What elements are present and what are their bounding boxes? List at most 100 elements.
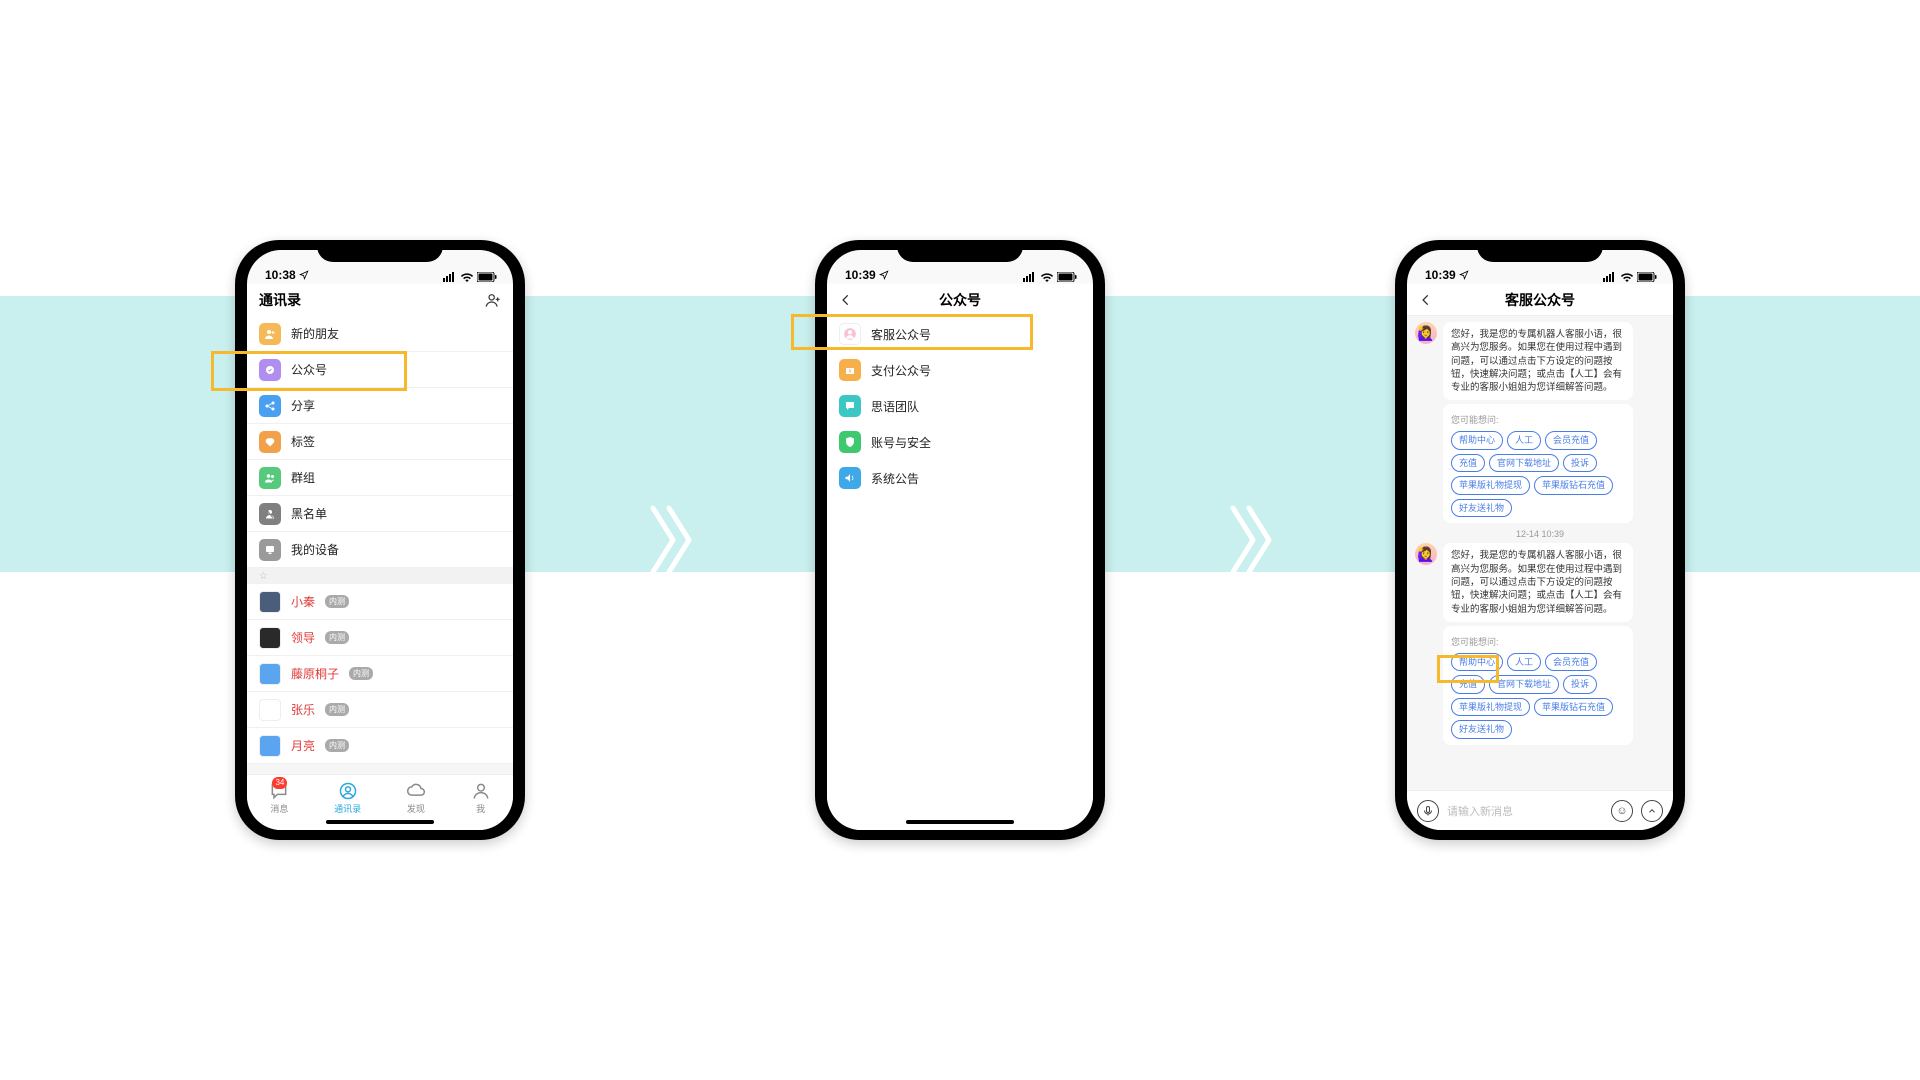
menu-item[interactable]: 公众号 — [247, 352, 513, 388]
suggestion-chip[interactable]: 好友送礼物 — [1451, 499, 1512, 518]
chip-group: 帮助中心人工会员充值充值官网下载地址投诉苹果版礼物提现苹果版钻石充值好友送礼物 — [1451, 431, 1625, 517]
avatar — [259, 699, 281, 721]
menu-icon — [259, 359, 281, 381]
official-account-item[interactable]: ¥ 支付公众号 — [827, 352, 1093, 388]
account-icon: ¥ — [839, 359, 861, 381]
account-name: 客服公众号 — [871, 326, 931, 343]
official-account-item[interactable]: 账号与安全 — [827, 424, 1093, 460]
official-account-item[interactable]: 客服公众号 — [827, 316, 1093, 352]
suggestion-chip[interactable]: 苹果版礼物提现 — [1451, 476, 1530, 495]
location-icon — [1459, 270, 1469, 280]
chat-bubble: 您好，我是您的专属机器人客服小语，很高兴为您服务。如果您在使用过程中遇到问题，可… — [1443, 322, 1633, 400]
nav-bar: 公众号 — [827, 284, 1093, 316]
menu-icon — [259, 467, 281, 489]
suggestion-chip[interactable]: 苹果版钻石充值 — [1534, 698, 1613, 717]
back-button[interactable] — [839, 293, 853, 307]
avatar — [259, 591, 281, 613]
tab-label: 消息 — [270, 802, 288, 815]
tab-badge: 34 — [272, 777, 287, 789]
menu-item[interactable]: 黑名单 — [247, 496, 513, 532]
suggestion-chip[interactable]: 好友送礼物 — [1451, 720, 1512, 739]
menu-item-label: 标签 — [291, 433, 315, 450]
menu-icon — [259, 431, 281, 453]
cloud-icon — [406, 781, 426, 801]
tab-label: 我 — [476, 802, 485, 815]
phone-1-frame: 10:38 通讯录 新的朋友公众号分享标签群组黑名单我的设备 ☆ 小秦内测领导内… — [235, 240, 525, 840]
suggestion-chip[interactable]: 官网下载地址 — [1489, 454, 1559, 473]
contact-item[interactable]: 张乐内测 — [247, 692, 513, 728]
account-name: 账号与安全 — [871, 434, 931, 451]
suggestion-chip[interactable]: 官网下载地址 — [1489, 675, 1559, 694]
menu-item[interactable]: 群组 — [247, 460, 513, 496]
voice-input-button[interactable] — [1417, 800, 1439, 822]
message-input[interactable]: 请输入新消息 — [1447, 803, 1603, 819]
official-account-item[interactable]: 系统公告 — [827, 460, 1093, 496]
contact-item[interactable]: 藤原桐子内测 — [247, 656, 513, 692]
hint-label: 您可能想问: — [1451, 414, 1625, 427]
contact-item[interactable]: 月亮内测 — [247, 728, 513, 764]
signal-icon — [1023, 272, 1037, 282]
menu-item[interactable]: 分享 — [247, 388, 513, 424]
account-icon — [839, 395, 861, 417]
back-button[interactable] — [1419, 293, 1433, 307]
menu-item-label: 新的朋友 — [291, 325, 339, 342]
contact-badge: 内测 — [325, 595, 349, 608]
suggestion-chip[interactable]: 会员充值 — [1545, 653, 1597, 672]
contact-badge: 内测 — [325, 631, 349, 644]
page-title: 客服公众号 — [1407, 290, 1673, 310]
chat-timestamp: 12-14 10:39 — [1415, 529, 1665, 539]
home-indicator — [906, 820, 1014, 824]
menu-item-label: 分享 — [291, 397, 315, 414]
battery-icon — [477, 272, 497, 282]
account-name: 支付公众号 — [871, 362, 931, 379]
avatar — [259, 735, 281, 757]
tab-me[interactable]: 我 — [471, 781, 491, 815]
suggestion-chip[interactable]: 充值 — [1451, 454, 1485, 473]
suggestions-bubble: 您可能想问: 帮助中心人工会员充值充值官网下载地址投诉苹果版礼物提现苹果版钻石充… — [1443, 404, 1633, 523]
contact-item[interactable]: 小秦内测 — [247, 584, 513, 620]
content-list: 新的朋友公众号分享标签群组黑名单我的设备 ☆ 小秦内测领导内测藤原桐子内测张乐内… — [247, 316, 513, 774]
contact-name: 张乐 — [291, 701, 315, 718]
contact-item[interactable]: 领导内测 — [247, 620, 513, 656]
page-title: 公众号 — [827, 290, 1093, 310]
star-section-header: ☆ — [247, 568, 513, 584]
tab-contacts[interactable]: 通讯录 — [334, 781, 361, 815]
suggestion-chip[interactable]: 投诉 — [1563, 675, 1597, 694]
battery-icon — [1637, 272, 1657, 282]
suggestion-chip[interactable]: 人工 — [1507, 653, 1541, 672]
svg-text:¥: ¥ — [849, 369, 852, 375]
chat-message: 🙋‍♀️ 您好，我是您的专属机器人客服小语，很高兴为您服务。如果您在使用过程中遇… — [1415, 322, 1665, 523]
suggestion-chip[interactable]: 帮助中心 — [1451, 653, 1503, 672]
phone-1-screen: 10:38 通讯录 新的朋友公众号分享标签群组黑名单我的设备 ☆ 小秦内测领导内… — [247, 250, 513, 830]
signal-icon — [443, 272, 457, 282]
menu-item[interactable]: 我的设备 — [247, 532, 513, 568]
notch — [897, 240, 1023, 262]
menu-item[interactable]: 新的朋友 — [247, 316, 513, 352]
person-icon — [471, 781, 491, 801]
add-contact-icon[interactable] — [485, 292, 501, 308]
expand-button[interactable] — [1641, 800, 1663, 822]
menu-icon — [259, 503, 281, 525]
tab-discover[interactable]: 发现 — [406, 781, 426, 815]
page-title: 通讯录 — [259, 292, 301, 308]
contact-badge: 内测 — [349, 667, 373, 680]
suggestion-chip[interactable]: 帮助中心 — [1451, 431, 1503, 450]
emoji-button[interactable]: ☺ — [1611, 800, 1633, 822]
suggestion-chip[interactable]: 人工 — [1507, 431, 1541, 450]
menu-icon — [259, 323, 281, 345]
tab-messages[interactable]: 34 消息 — [269, 781, 289, 815]
chat-message: 🙋‍♀️ 您好，我是您的专属机器人客服小语，很高兴为您服务。如果您在使用过程中遇… — [1415, 543, 1665, 744]
official-account-item[interactable]: 思语团队 — [827, 388, 1093, 424]
menu-item[interactable]: 标签 — [247, 424, 513, 460]
bot-avatar-icon: 🙋‍♀️ — [1415, 543, 1437, 565]
suggestion-chip[interactable]: 投诉 — [1563, 454, 1597, 473]
hint-label: 您可能想问: — [1451, 636, 1625, 649]
menu-item-label: 公众号 — [291, 361, 327, 378]
suggestion-chip[interactable]: 充值 — [1451, 675, 1485, 694]
suggestion-chip[interactable]: 苹果版钻石充值 — [1534, 476, 1613, 495]
chip-group: 帮助中心人工会员充值充值官网下载地址投诉苹果版礼物提现苹果版钻石充值好友送礼物 — [1451, 653, 1625, 739]
location-icon — [299, 270, 309, 280]
suggestion-chip[interactable]: 会员充值 — [1545, 431, 1597, 450]
status-time: 10:39 — [845, 268, 876, 282]
suggestion-chip[interactable]: 苹果版礼物提现 — [1451, 698, 1530, 717]
